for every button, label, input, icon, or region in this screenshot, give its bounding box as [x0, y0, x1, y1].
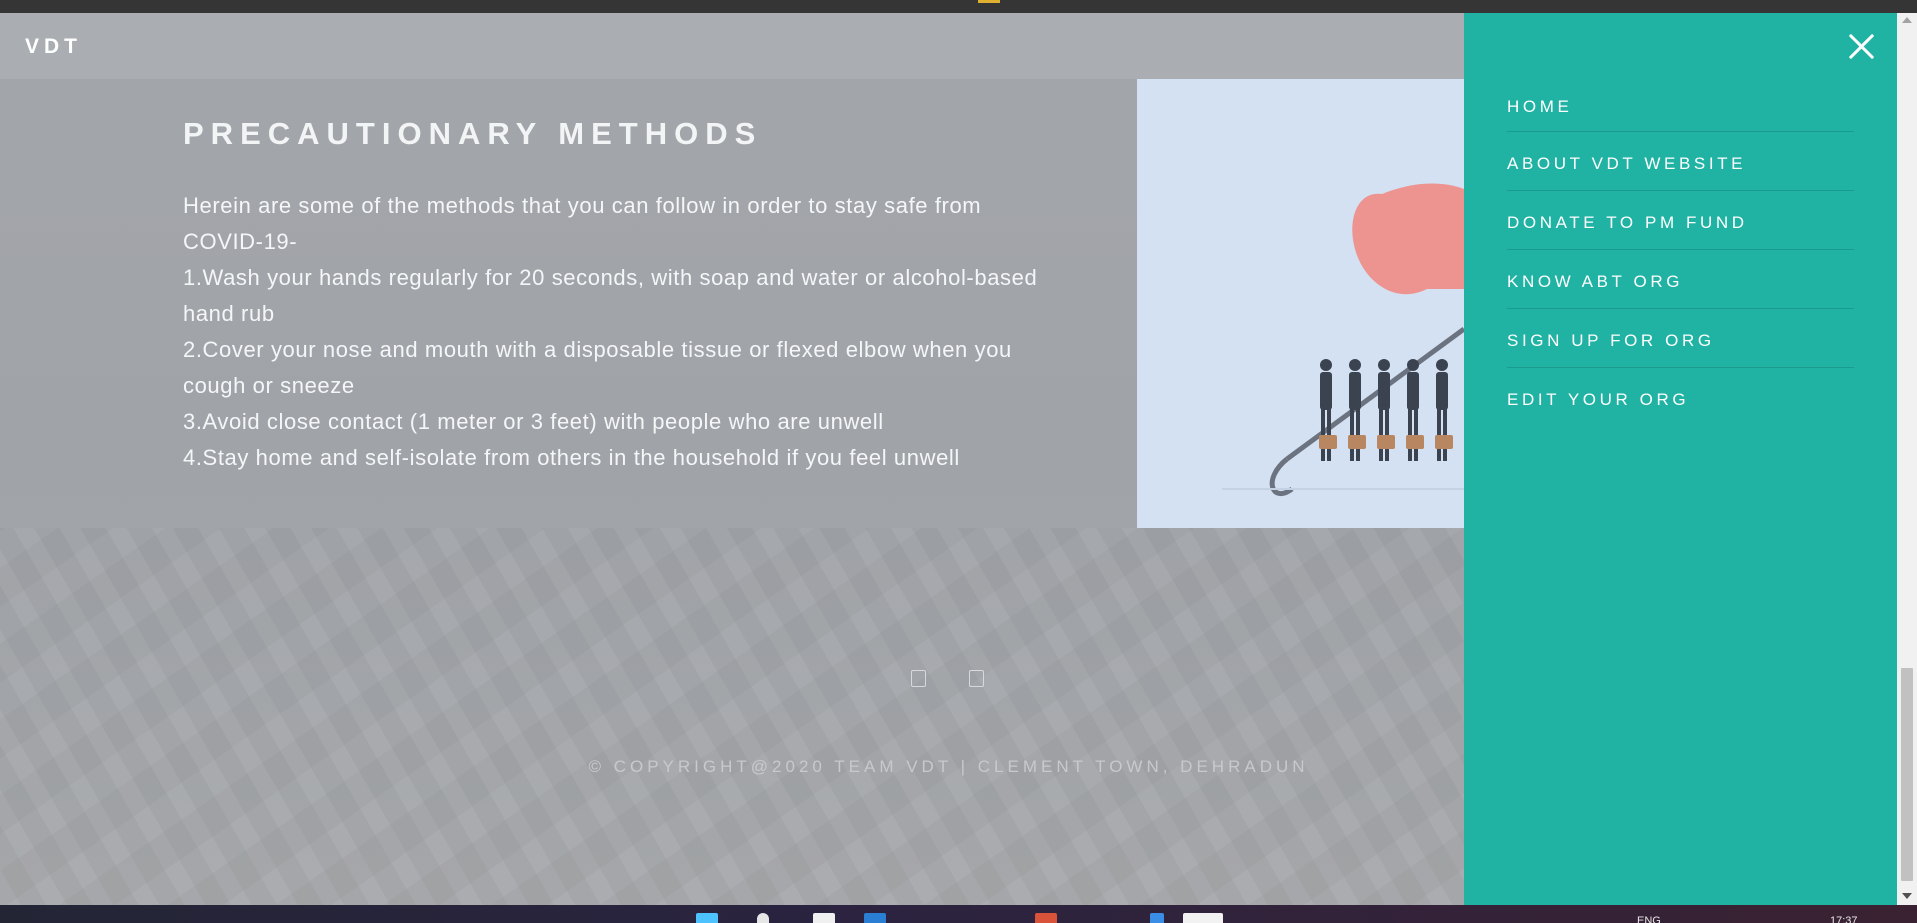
- menu-item-home[interactable]: HOME: [1507, 77, 1854, 132]
- section-title: PRECAUTIONARY METHODS: [183, 116, 763, 151]
- active-app-icon[interactable]: [1183, 913, 1223, 923]
- start-icon[interactable]: [696, 913, 718, 923]
- scroll-down-arrow-icon[interactable]: [1902, 893, 1912, 899]
- menu-item-sign-up[interactable]: SIGN UP FOR ORG: [1507, 309, 1854, 368]
- menu-item-know-org[interactable]: KNOW ABT ORG: [1507, 250, 1854, 309]
- umbrella-illustration-art: [1222, 183, 1464, 497]
- precaution-item: 4.Stay home and self-isolate from others…: [183, 445, 960, 470]
- intro-paragraph: Herein are some of the methods that you …: [183, 193, 982, 254]
- os-taskbar: ENG 17:37: [0, 905, 1917, 923]
- app-icon[interactable]: [864, 913, 886, 923]
- vertical-scrollbar[interactable]: [1897, 13, 1917, 905]
- browser-top-strip: [0, 0, 1917, 13]
- menu-item-donate[interactable]: DONATE TO PM FUND: [1507, 191, 1854, 250]
- brand-logo[interactable]: VDT: [25, 35, 82, 59]
- menu-item-edit-org[interactable]: EDIT YOUR ORG: [1507, 368, 1854, 427]
- task-view-icon[interactable]: [813, 913, 835, 923]
- browser-icon[interactable]: [1035, 913, 1057, 923]
- precaution-item: 1.Wash your hands regularly for 20 secon…: [183, 265, 1038, 326]
- language-indicator[interactable]: ENG: [1637, 915, 1661, 923]
- scroll-thumb[interactable]: [1901, 668, 1913, 881]
- app-icon[interactable]: [1150, 913, 1164, 923]
- precaution-item: 2.Cover your nose and mouth with a dispo…: [183, 337, 1012, 398]
- scroll-up-arrow-icon[interactable]: [1902, 17, 1912, 23]
- search-icon[interactable]: [757, 913, 769, 923]
- side-menu-panel: HOME ABOUT VDT WEBSITE DONATE TO PM FUND…: [1464, 13, 1897, 905]
- precautions-text: Herein are some of the methods that you …: [183, 188, 1063, 476]
- window-icon-fragment: [978, 0, 1000, 3]
- social-icon[interactable]: [969, 670, 984, 687]
- clock-time[interactable]: 17:37: [1830, 915, 1858, 923]
- umbrella-illustration: [1137, 79, 1464, 528]
- side-menu-list: HOME ABOUT VDT WEBSITE DONATE TO PM FUND…: [1507, 77, 1854, 427]
- menu-item-about[interactable]: ABOUT VDT WEBSITE: [1507, 132, 1854, 191]
- social-icon[interactable]: [911, 670, 926, 687]
- precaution-item: 3.Avoid close contact (1 meter or 3 feet…: [183, 409, 884, 434]
- close-icon[interactable]: [1847, 32, 1875, 60]
